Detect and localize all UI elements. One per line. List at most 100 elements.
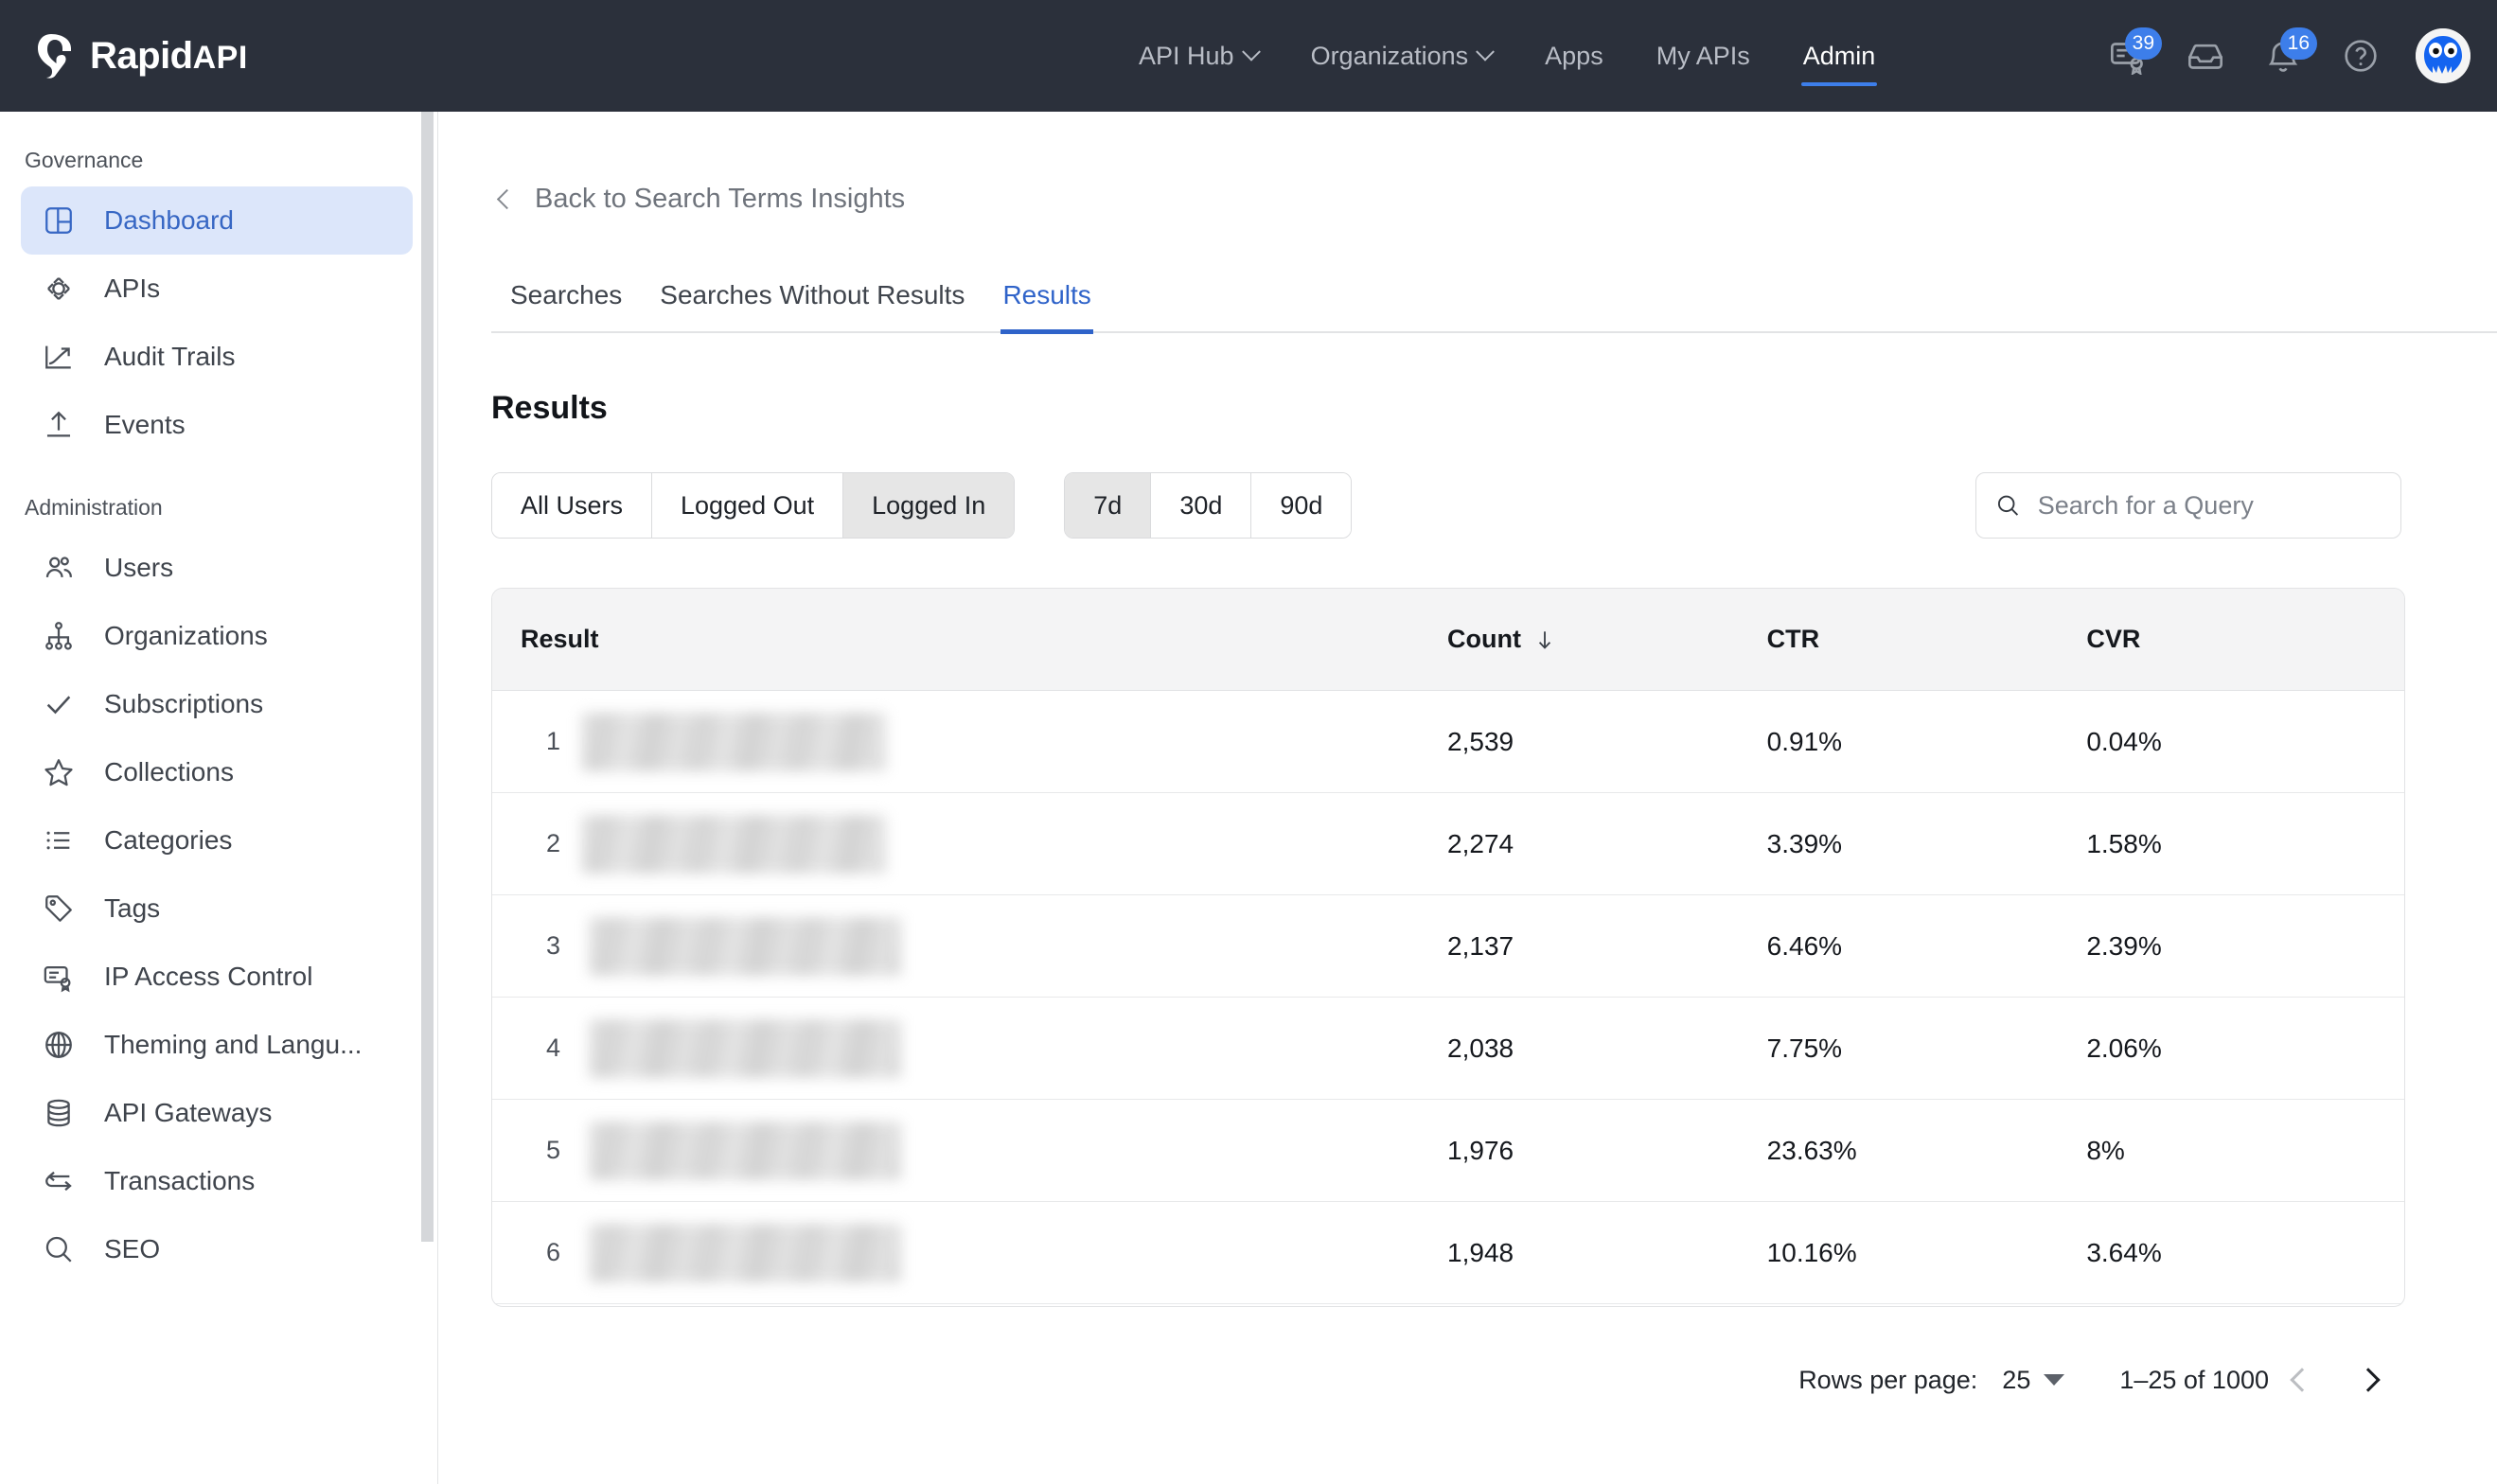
sidebar-item-label: Subscriptions [104, 689, 264, 718]
back-link[interactable]: Back to Search Terms Insights [496, 184, 906, 215]
sidebar-item-collections[interactable]: Collections [21, 738, 413, 806]
next-page-button[interactable] [2335, 1347, 2401, 1413]
sidebar-item-transactions[interactable]: Transactions [21, 1147, 413, 1215]
sidebar-scrollbar[interactable] [421, 112, 434, 1242]
redacted-result-text [581, 814, 886, 874]
sidebar-item-categories[interactable]: Categories [21, 806, 413, 874]
users-icon [42, 551, 76, 585]
filter-all-users[interactable]: All Users [492, 473, 653, 538]
avatar-octopus-icon [2416, 28, 2470, 83]
column-header-ctr[interactable]: CTR [1767, 625, 2087, 654]
column-label: CVR [2086, 625, 2141, 653]
rows-per-page-select[interactable]: 25 [2002, 1366, 2065, 1395]
column-header-cvr[interactable]: CVR [2086, 625, 2404, 654]
inbox-button[interactable] [2183, 33, 2228, 79]
upload-icon [42, 408, 76, 442]
row-rank: 1 [545, 727, 560, 755]
table-row[interactable]: 2 2,274 3.39% 1.58% [492, 793, 2404, 895]
tab-searches[interactable]: Searches [491, 280, 641, 331]
cell-cvr: 2.06% [2086, 1033, 2162, 1063]
tab-label: Searches [510, 280, 623, 309]
sidebar-item-apis[interactable]: APIs [21, 255, 413, 323]
topnav-item-admin[interactable]: Admin [1777, 0, 1903, 112]
topnav-item-my-apis[interactable]: My APIs [1630, 0, 1777, 112]
column-header-result[interactable]: Result [492, 625, 1447, 654]
topnav-item-api-hub[interactable]: API Hub [1112, 0, 1284, 112]
filter-7d[interactable]: 7d [1065, 473, 1152, 538]
help-button[interactable] [2338, 33, 2383, 79]
sidebar-item-users[interactable]: Users [21, 534, 413, 602]
filter-label: 7d [1093, 490, 1123, 520]
sidebar-item-dashboard[interactable]: Dashboard [21, 186, 413, 255]
tab-bar: Searches Searches Without Results Result… [491, 267, 2497, 334]
top-bar: RapidAPI API Hub Organizations Apps My A… [0, 0, 2497, 112]
filter-logged-out[interactable]: Logged Out [652, 473, 844, 538]
check-icon [42, 687, 76, 721]
back-link-label: Back to Search Terms Insights [535, 184, 906, 214]
tab-results[interactable]: Results [983, 280, 1109, 334]
row-rank: 4 [545, 1034, 560, 1062]
rows-per-page-label: Rows per page: [1798, 1365, 1978, 1394]
sidebar-item-label: Users [104, 553, 174, 582]
filter-90d[interactable]: 90d [1251, 473, 1352, 538]
previous-page-button[interactable] [2269, 1347, 2335, 1413]
table-row-partial[interactable] [492, 1304, 2404, 1306]
search-icon [1997, 495, 2019, 516]
sidebar-item-label: SEO [104, 1234, 161, 1263]
sidebar-item-theming-and-languages[interactable]: Theming and Langu... [21, 1011, 413, 1079]
sidebar-item-events[interactable]: Events [21, 391, 413, 459]
column-label: Count [1447, 625, 1521, 653]
sidebar-item-api-gateways[interactable]: API Gateways [21, 1079, 413, 1147]
table-row[interactable]: 1 2,539 0.91% 0.04% [492, 691, 2404, 793]
sidebar-item-organizations[interactable]: Organizations [21, 602, 413, 670]
cell-ctr: 7.75% [1766, 1033, 1843, 1063]
topnav-label: Admin [1802, 41, 1876, 70]
cell-ctr: 0.91% [1766, 726, 1843, 756]
search-input[interactable] [2037, 490, 2382, 521]
cell-cvr: 2.39% [2086, 930, 2162, 961]
arrow-down-icon [1538, 630, 1551, 649]
notifications-button[interactable]: 16 [2260, 27, 2317, 79]
globe-icon [42, 1028, 76, 1062]
chevron-left-icon [496, 188, 518, 210]
sidebar-item-label: IP Access Control [104, 962, 313, 991]
pagination-range: 1–25 of 1000 [2119, 1365, 2269, 1394]
sidebar-item-label: Tags [104, 893, 161, 923]
main-content: Back to Search Terms Insights Searches S… [439, 112, 2497, 1484]
cell-result: 2 [492, 814, 1447, 874]
sidebar-item-seo[interactable]: SEO [21, 1215, 413, 1283]
topnav-item-apps[interactable]: Apps [1518, 0, 1630, 112]
chevron-down-icon [1476, 42, 1496, 62]
query-search-box[interactable] [1975, 472, 2401, 539]
certificate-button[interactable]: 39 [2105, 27, 2162, 79]
sidebar-item-ip-access-control[interactable]: IP Access Control [21, 943, 413, 1011]
topnav-item-organizations[interactable]: Organizations [1284, 0, 1519, 112]
table-row[interactable]: 4 2,038 7.75% 2.06% [492, 998, 2404, 1100]
sidebar-item-label: Categories [104, 825, 233, 855]
database-icon [42, 1096, 76, 1130]
filter-30d[interactable]: 30d [1151, 473, 1252, 538]
certificate-badge: 39 [2124, 27, 2162, 60]
chevron-right-icon [2356, 1368, 2381, 1392]
sidebar-item-tags[interactable]: Tags [21, 874, 413, 943]
table-row[interactable]: 3 2,137 6.46% 2.39% [492, 895, 2404, 998]
chevron-left-icon [2290, 1368, 2314, 1392]
user-avatar[interactable] [2416, 28, 2470, 83]
chevron-down-icon [2044, 1374, 2065, 1386]
filter-logged-in[interactable]: Logged In [843, 473, 1015, 538]
cell-ctr: 10.16% [1766, 1237, 1857, 1267]
brand-logo[interactable]: RapidAPI [36, 32, 248, 80]
row-rank: 6 [545, 1238, 560, 1266]
filter-label: All Users [521, 490, 624, 520]
sidebar-item-audit-trails[interactable]: Audit Trails [21, 323, 413, 391]
tab-searches-without-results[interactable]: Searches Without Results [641, 280, 983, 331]
sidebar-item-subscriptions[interactable]: Subscriptions [21, 670, 413, 738]
table-header-row: Result Count CTR CVR [492, 589, 2404, 691]
filter-label: 30d [1179, 490, 1223, 520]
star-icon [42, 755, 76, 789]
table-row[interactable]: 5 1,976 23.63% 8% [492, 1100, 2404, 1202]
apis-icon [42, 272, 76, 306]
column-header-count[interactable]: Count [1447, 625, 1767, 654]
sidebar: Governance Dashboard APIs Audit Trails E… [0, 112, 438, 1484]
table-row[interactable]: 6 1,948 10.16% 3.64% [492, 1202, 2404, 1304]
